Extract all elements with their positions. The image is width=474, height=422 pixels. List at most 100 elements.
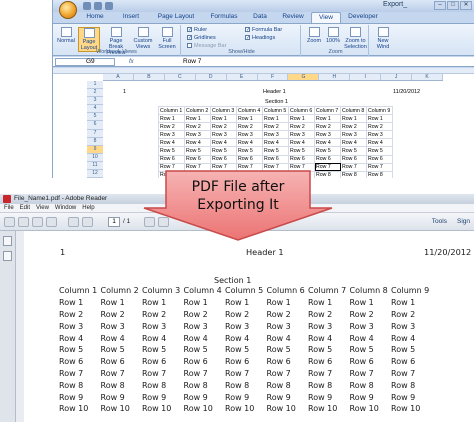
next-page-icon[interactable] bbox=[82, 217, 93, 227]
sheet-cell[interactable]: Row 4 bbox=[158, 138, 185, 148]
column-header[interactable]: D bbox=[196, 74, 227, 80]
sheet-cell[interactable]: Row 5 bbox=[288, 146, 315, 156]
sheet-cell[interactable]: Row 4 bbox=[236, 138, 263, 148]
row-header[interactable]: 3 bbox=[87, 97, 103, 106]
gridlines-checkbox[interactable]: ✓ Gridlines bbox=[187, 35, 216, 41]
normal-view-button[interactable]: Normal bbox=[55, 27, 77, 44]
row-header[interactable]: 1 bbox=[87, 81, 103, 90]
menu-file[interactable]: File bbox=[4, 204, 14, 212]
sign-link[interactable]: Sign bbox=[457, 216, 470, 228]
sheet-cell[interactable]: Row 3 bbox=[366, 130, 393, 140]
sheet-cell[interactable]: Row 1 bbox=[366, 114, 393, 124]
column-heading[interactable]: Column 4 bbox=[236, 105, 263, 116]
redo-icon[interactable] bbox=[105, 2, 113, 10]
column-heading[interactable]: Column 9 bbox=[366, 105, 393, 116]
save-icon[interactable] bbox=[18, 217, 29, 227]
sheet-cell[interactable]: Row 6 bbox=[184, 154, 211, 164]
sheet-cell[interactable]: Row 2 bbox=[262, 122, 289, 132]
formula-bar-checkbox[interactable]: ✓ Formula Bar bbox=[245, 27, 282, 33]
sheet-cell[interactable]: Row 8 bbox=[366, 170, 393, 178]
attachments-icon[interactable] bbox=[3, 251, 12, 261]
sheet-cell[interactable]: Row 1 bbox=[314, 114, 341, 124]
row-header[interactable]: 2 bbox=[87, 89, 103, 98]
row-header[interactable]: 7 bbox=[87, 129, 103, 138]
office-button[interactable] bbox=[59, 1, 77, 19]
sheet-cell[interactable]: Row 3 bbox=[314, 130, 341, 140]
undo-icon[interactable] bbox=[94, 2, 102, 10]
column-heading[interactable]: Column 8 bbox=[340, 105, 367, 116]
menu-window[interactable]: Window bbox=[55, 204, 76, 212]
tab-data[interactable]: Data bbox=[245, 12, 275, 23]
row-header[interactable]: 5 bbox=[87, 113, 103, 122]
sheet-cell[interactable]: Row 2 bbox=[236, 122, 263, 132]
sheet-cell[interactable]: Row 5 bbox=[366, 146, 393, 156]
sheet-cell[interactable]: Row 4 bbox=[314, 138, 341, 148]
sheet-cell[interactable]: Row 6 bbox=[340, 154, 367, 164]
sheet-cell[interactable]: Row 6 bbox=[210, 154, 237, 164]
sheet-cell[interactable]: Row 6 bbox=[262, 154, 289, 164]
menu-edit[interactable]: Edit bbox=[20, 204, 30, 212]
sheet-cell[interactable]: Row 1 bbox=[262, 114, 289, 124]
tools-link[interactable]: Tools bbox=[432, 216, 447, 228]
sheet-cell[interactable]: Row 4 bbox=[262, 138, 289, 148]
sheet-cell[interactable]: Row 4 bbox=[210, 138, 237, 148]
email-icon[interactable] bbox=[46, 217, 57, 227]
tab-view[interactable]: View bbox=[311, 12, 341, 23]
sheet-cell[interactable]: Row 4 bbox=[366, 138, 393, 148]
tab-formulas[interactable]: Formulas bbox=[203, 12, 245, 23]
sheet-cell[interactable]: Row 5 bbox=[158, 146, 185, 156]
column-header[interactable]: C bbox=[165, 74, 196, 80]
name-box[interactable]: G9 bbox=[55, 58, 115, 66]
tab-review[interactable]: Review bbox=[275, 12, 311, 23]
sheet-cell[interactable]: Row 1 bbox=[236, 114, 263, 124]
sheet-cell[interactable]: Row 3 bbox=[184, 130, 211, 140]
column-heading[interactable]: Column 7 bbox=[314, 105, 341, 116]
column-heading[interactable]: Column 5 bbox=[262, 105, 289, 116]
column-header[interactable]: I bbox=[350, 74, 382, 80]
column-header[interactable]: A bbox=[103, 74, 134, 80]
sheet-cell[interactable]: Row 5 bbox=[262, 146, 289, 156]
sheet-cell[interactable]: Row 5 bbox=[314, 146, 341, 156]
sheet-cell[interactable]: Row 6 bbox=[288, 154, 315, 164]
sheet-cell[interactable]: Row 2 bbox=[158, 122, 185, 132]
sheet-cell[interactable]: Row 3 bbox=[158, 130, 185, 140]
sheet-cell[interactable]: Row 1 bbox=[288, 114, 315, 124]
sheet-cell[interactable]: Row 1 bbox=[340, 114, 367, 124]
custom-views-button[interactable]: Custom Views bbox=[132, 27, 154, 50]
zoom-100-button[interactable]: 100% bbox=[324, 27, 342, 44]
tab-page-layout[interactable]: Page Layout bbox=[149, 12, 203, 23]
open-icon[interactable] bbox=[4, 217, 15, 227]
ruler-checkbox[interactable]: ✓ Ruler bbox=[187, 27, 207, 33]
previous-page-icon[interactable] bbox=[68, 217, 79, 227]
sheet-cell[interactable]: Row 3 bbox=[288, 130, 315, 140]
tab-home[interactable]: Home bbox=[77, 12, 113, 23]
page-thumbnails-icon[interactable] bbox=[3, 236, 12, 246]
sheet-cell[interactable]: Row 2 bbox=[288, 122, 315, 132]
row-header[interactable]: 9 bbox=[87, 145, 103, 154]
sheet-cell[interactable]: Row 4 bbox=[184, 138, 211, 148]
column-heading[interactable]: Column 6 bbox=[288, 105, 315, 116]
sheet-cell[interactable]: Row 2 bbox=[184, 122, 211, 132]
row-header[interactable]: 8 bbox=[87, 137, 103, 146]
sheet-cell[interactable]: Row 6 bbox=[366, 154, 393, 164]
sheet-cell[interactable]: Row 5 bbox=[340, 146, 367, 156]
column-header[interactable]: J bbox=[381, 74, 413, 80]
column-heading[interactable]: Column 2 bbox=[184, 105, 211, 116]
row-header[interactable]: 4 bbox=[87, 105, 103, 114]
column-header[interactable]: B bbox=[134, 74, 165, 80]
sheet-cell[interactable]: Row 1 bbox=[210, 114, 237, 124]
sheet-cell[interactable]: Row 3 bbox=[236, 130, 263, 140]
zoom-button[interactable]: Zoom bbox=[305, 27, 323, 44]
menu-view[interactable]: View bbox=[36, 204, 49, 212]
row-header[interactable]: 11 bbox=[87, 161, 103, 171]
sheet-cell[interactable]: Row 3 bbox=[262, 130, 289, 140]
save-icon[interactable] bbox=[83, 2, 91, 10]
column-heading[interactable]: Column 3 bbox=[210, 105, 237, 116]
column-header[interactable]: G bbox=[288, 74, 320, 80]
column-header[interactable]: E bbox=[227, 74, 258, 80]
sheet-cell[interactable]: Row 7 bbox=[340, 162, 367, 172]
page-number-input[interactable]: 1 bbox=[108, 217, 120, 227]
column-header[interactable]: H bbox=[319, 74, 351, 80]
column-header[interactable]: K bbox=[412, 74, 443, 80]
sheet-cell[interactable]: Row 2 bbox=[314, 122, 341, 132]
